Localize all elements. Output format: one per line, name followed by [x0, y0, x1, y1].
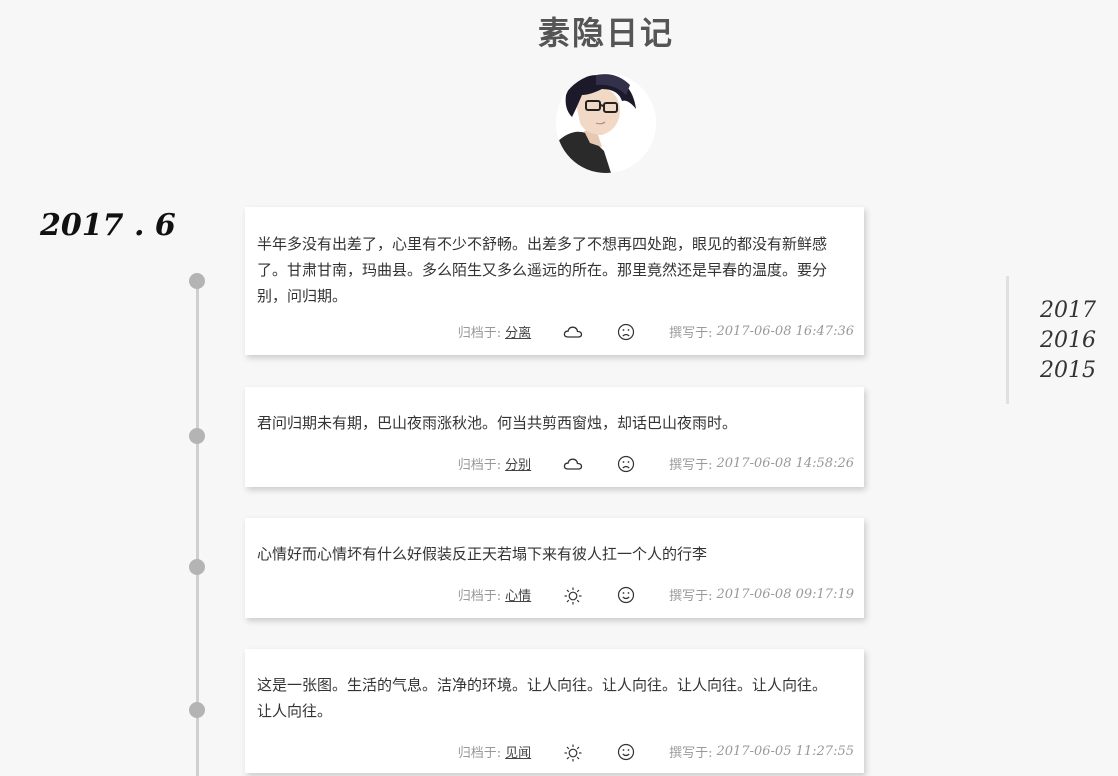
year-link-2017[interactable]: 2017 [1040, 296, 1096, 326]
sad-face-icon [617, 323, 635, 341]
category-label: 归档于: [457, 589, 502, 604]
date-label: 撰写于: [669, 326, 713, 341]
happy-face-icon [617, 743, 635, 761]
entry-content: 这是一张图。生活的气息。洁净的环境。让人向往。让人向往。让人向往。让人向往。让人… [257, 676, 828, 720]
diary-entry-card[interactable]: 半年多没有出差了，心里有不少不舒畅。出差多了不想再四处跑，眼见的都没有新鲜感了。… [245, 207, 864, 355]
cloud-icon [563, 324, 583, 340]
category-link[interactable]: 心情 [505, 585, 535, 604]
timeline-dot [189, 428, 205, 444]
diary-entry-card[interactable]: 心情好而心情坏有什么好假装反正天若塌下来有彼人扛一个人的行李 归档于: 心情 撰… [245, 518, 864, 618]
timeline-dot [189, 559, 205, 575]
date-label: 撰写于: [669, 746, 713, 761]
year-link-2015[interactable]: 2015 [1040, 356, 1096, 386]
timeline-dot [189, 702, 205, 718]
entry-meta: 归档于: 见闻 撰写于: 2017-06-05 11:27:55 [458, 742, 854, 761]
entry-content: 心情好而心情坏有什么好假装反正天若塌下来有彼人扛一个人的行李 [257, 545, 708, 563]
date-label: 撰写于: [669, 458, 713, 473]
entry-meta: 归档于: 分别 撰写于: 2017-06-08 14:58:26 [458, 454, 854, 473]
avatar[interactable] [556, 73, 656, 173]
entry-date: 2017-06-05 11:27:55 [716, 744, 854, 759]
entry-date: 2017-06-08 09:17:19 [716, 587, 854, 602]
date-label: 撰写于: [669, 589, 713, 604]
diary-entry-card[interactable]: 这是一张图。生活的气息。洁净的环境。让人向往。让人向往。让人向往。让人向往。让人… [245, 649, 864, 773]
happy-face-icon [617, 586, 635, 604]
sad-face-icon [617, 455, 635, 473]
category-link[interactable]: 分离 [505, 322, 535, 341]
category-label: 归档于: [457, 746, 502, 761]
category-link[interactable]: 见闻 [505, 742, 535, 761]
year-nav-line [1006, 276, 1009, 404]
year-link-2016[interactable]: 2016 [1040, 326, 1096, 356]
entry-meta: 归档于: 分离 撰写于: 2017-06-08 16:47:36 [458, 322, 854, 341]
entry-date: 2017-06-08 16:47:36 [716, 324, 854, 339]
category-label: 归档于: [457, 326, 502, 341]
entry-date: 2017-06-08 14:58:26 [716, 456, 854, 471]
year-nav: 2017 2016 2015 [1040, 296, 1096, 386]
month-label: 2017 . 6 [40, 208, 176, 243]
sun-icon [563, 744, 583, 761]
diary-entry-card[interactable]: 君问归期未有期，巴山夜雨涨秋池。何当共剪西窗烛，却话巴山夜雨时。 归档于: 分别… [245, 387, 864, 487]
entry-meta: 归档于: 心情 撰写于: 2017-06-08 09:17:19 [458, 585, 854, 604]
cloud-icon [563, 456, 583, 472]
timeline-dot [189, 273, 205, 289]
category-label: 归档于: [457, 458, 502, 473]
sun-icon [563, 587, 583, 604]
category-link[interactable]: 分别 [505, 454, 535, 473]
entry-content: 半年多没有出差了，心里有不少不舒畅。出差多了不想再四处跑，眼见的都没有新鲜感了。… [257, 235, 828, 305]
site-title: 素隐日记 [537, 14, 674, 52]
entry-content: 君问归期未有期，巴山夜雨涨秋池。何当共剪西窗烛，却话巴山夜雨时。 [257, 414, 738, 432]
